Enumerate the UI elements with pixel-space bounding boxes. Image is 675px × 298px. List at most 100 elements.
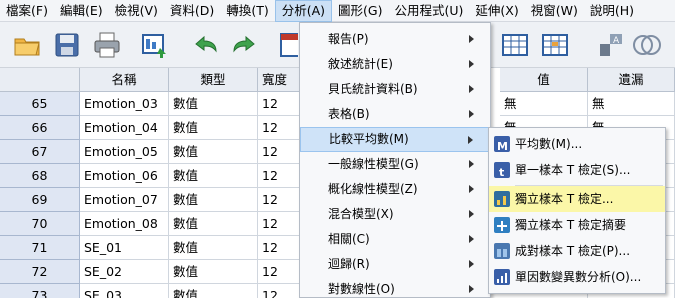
cell-name[interactable]: Emotion_04 xyxy=(80,116,169,140)
venn-icon[interactable] xyxy=(632,30,662,60)
row-number[interactable]: 68 xyxy=(0,164,80,188)
row-number[interactable]: 65 xyxy=(0,92,80,116)
cell-width[interactable]: 12 xyxy=(258,284,300,298)
column-header-width[interactable]: 寬度 xyxy=(258,68,300,92)
cell-name[interactable]: Emotion_08 xyxy=(80,212,169,236)
menu-item-label: 概化線性模型(Z) xyxy=(328,182,418,196)
submenu-item-one-sample-t-test[interactable]: t 單一樣本 T 檢定(S)... xyxy=(489,157,665,183)
menu-file[interactable]: 檔案(F) xyxy=(0,0,54,22)
menu-item-general-linear-model[interactable]: 一般線性模型(G) xyxy=(300,152,490,177)
cell-width[interactable]: 12 xyxy=(258,188,300,212)
dialog-recall-icon[interactable] xyxy=(140,30,170,60)
menu-window[interactable]: 視窗(W) xyxy=(525,0,584,22)
value-labels-grid-icon[interactable] xyxy=(540,30,570,60)
cell-type[interactable]: 數值 xyxy=(169,92,258,116)
column-header-name[interactable]: 名稱 xyxy=(80,68,169,92)
menu-item-generalized-linear-models[interactable]: 概化線性模型(Z) xyxy=(300,177,490,202)
cell-type[interactable]: 數值 xyxy=(169,164,258,188)
submenu-item-means[interactable]: M 平均數(M)... xyxy=(489,131,665,157)
chevron-right-icon xyxy=(469,110,474,118)
column-header-missing[interactable]: 遺漏 xyxy=(588,68,675,92)
menu-item-label: 混合模型(X) xyxy=(328,207,394,221)
row-number[interactable]: 72 xyxy=(0,260,80,284)
chevron-right-icon xyxy=(469,210,474,218)
menu-help[interactable]: 說明(H) xyxy=(584,0,640,22)
menu-item-label: 對數線性(O) xyxy=(328,282,395,296)
menu-graphs[interactable]: 圖形(G) xyxy=(332,0,388,22)
menu-item-correlate[interactable]: 相關(C) xyxy=(300,227,490,252)
open-folder-icon[interactable] xyxy=(12,30,42,60)
menu-edit[interactable]: 編輯(E) xyxy=(54,0,109,22)
cell-width[interactable]: 12 xyxy=(258,140,300,164)
menu-data[interactable]: 資料(D) xyxy=(164,0,220,22)
cell-name[interactable]: SE_01 xyxy=(80,236,169,260)
menu-view[interactable]: 檢視(V) xyxy=(109,0,164,22)
submenu-item-independent-samples-t-test[interactable]: 獨立樣本 T 檢定... xyxy=(489,186,665,212)
menu-utilities[interactable]: 公用程式(U) xyxy=(388,0,469,22)
chevron-right-icon xyxy=(469,60,474,68)
submenu-item-independent-t-summary[interactable]: 獨立樣本 T 檢定摘要 xyxy=(489,212,665,238)
menu-item-mixed-models[interactable]: 混合模型(X) xyxy=(300,202,490,227)
row-number[interactable]: 69 xyxy=(0,188,80,212)
cell-width[interactable]: 12 xyxy=(258,164,300,188)
redo-icon[interactable] xyxy=(230,30,260,60)
paired-t-icon xyxy=(494,243,510,259)
menu-item-regression[interactable]: 迴歸(R) xyxy=(300,252,490,277)
cell-width[interactable]: 12 xyxy=(258,260,300,284)
submenu-item-one-way-anova[interactable]: 單因數變異數分析(O)... xyxy=(489,264,665,290)
cell-type[interactable]: 數值 xyxy=(169,116,258,140)
menu-item-loglinear[interactable]: 對數線性(O) xyxy=(300,277,490,298)
column-header-type[interactable]: 類型 xyxy=(169,68,258,92)
column-header-values[interactable]: 值 xyxy=(500,68,588,92)
undo-icon[interactable] xyxy=(190,30,220,60)
cell-missing[interactable]: 無 xyxy=(588,92,675,116)
menu-item-reports[interactable]: 報告(P) xyxy=(300,27,490,52)
submenu-item-paired-samples-t-test[interactable]: 成對樣本 T 檢定(P)... xyxy=(489,238,665,264)
cell-width[interactable]: 12 xyxy=(258,212,300,236)
cell-values[interactable]: 無 xyxy=(500,92,588,116)
menu-item-compare-means[interactable]: 比較平均數(M) xyxy=(300,127,490,152)
cell-type[interactable]: 數值 xyxy=(169,236,258,260)
menu-transform[interactable]: 轉換(T) xyxy=(220,0,274,22)
chevron-right-icon xyxy=(469,235,474,243)
cell-name[interactable]: SE_02 xyxy=(80,260,169,284)
cell-name[interactable]: Emotion_06 xyxy=(80,164,169,188)
menu-item-label: 表格(B) xyxy=(328,107,370,121)
variable-sets-icon[interactable]: A xyxy=(596,30,626,60)
cell-type[interactable]: 數值 xyxy=(169,260,258,284)
goto-icon[interactable] xyxy=(278,30,298,60)
print-icon[interactable] xyxy=(92,30,122,60)
save-icon[interactable] xyxy=(52,30,82,60)
cell-width[interactable]: 12 xyxy=(258,116,300,140)
independent-t-icon xyxy=(494,191,510,207)
menu-item-tables[interactable]: 表格(B) xyxy=(300,102,490,127)
row-number[interactable]: 67 xyxy=(0,140,80,164)
submenu-item-label: 獨立樣本 T 檢定摘要 xyxy=(515,218,626,232)
menu-extensions[interactable]: 延伸(X) xyxy=(469,0,524,22)
cell-width[interactable]: 12 xyxy=(258,236,300,260)
cell-name[interactable]: Emotion_03 xyxy=(80,92,169,116)
cell-name[interactable]: SE_03 xyxy=(80,284,169,298)
cell-name[interactable]: Emotion_07 xyxy=(80,188,169,212)
corner-header xyxy=(0,68,80,92)
cell-type[interactable]: 數值 xyxy=(169,284,258,298)
menu-item-label: 貝氏統計資料(B) xyxy=(328,82,418,96)
row-number[interactable]: 70 xyxy=(0,212,80,236)
row-number[interactable]: 71 xyxy=(0,236,80,260)
cell-type[interactable]: 數值 xyxy=(169,188,258,212)
menu-item-bayesian-statistics[interactable]: 貝氏統計資料(B) xyxy=(300,77,490,102)
submenu-item-label: 成對樣本 T 檢定(P)... xyxy=(515,244,631,258)
row-number[interactable]: 73 xyxy=(0,284,80,298)
menu-item-descriptive-statistics[interactable]: 敘述統計(E) xyxy=(300,52,490,77)
svg-text:A: A xyxy=(613,36,620,46)
chevron-right-icon xyxy=(468,136,473,144)
cell-name[interactable]: Emotion_05 xyxy=(80,140,169,164)
row-number[interactable]: 66 xyxy=(0,116,80,140)
chevron-right-icon xyxy=(469,35,474,43)
chevron-right-icon xyxy=(469,260,474,268)
data-table-icon[interactable] xyxy=(500,30,530,60)
menu-analyze[interactable]: 分析(A) xyxy=(274,0,333,22)
cell-type[interactable]: 數值 xyxy=(169,140,258,164)
cell-width[interactable]: 12 xyxy=(258,92,300,116)
cell-type[interactable]: 數值 xyxy=(169,212,258,236)
